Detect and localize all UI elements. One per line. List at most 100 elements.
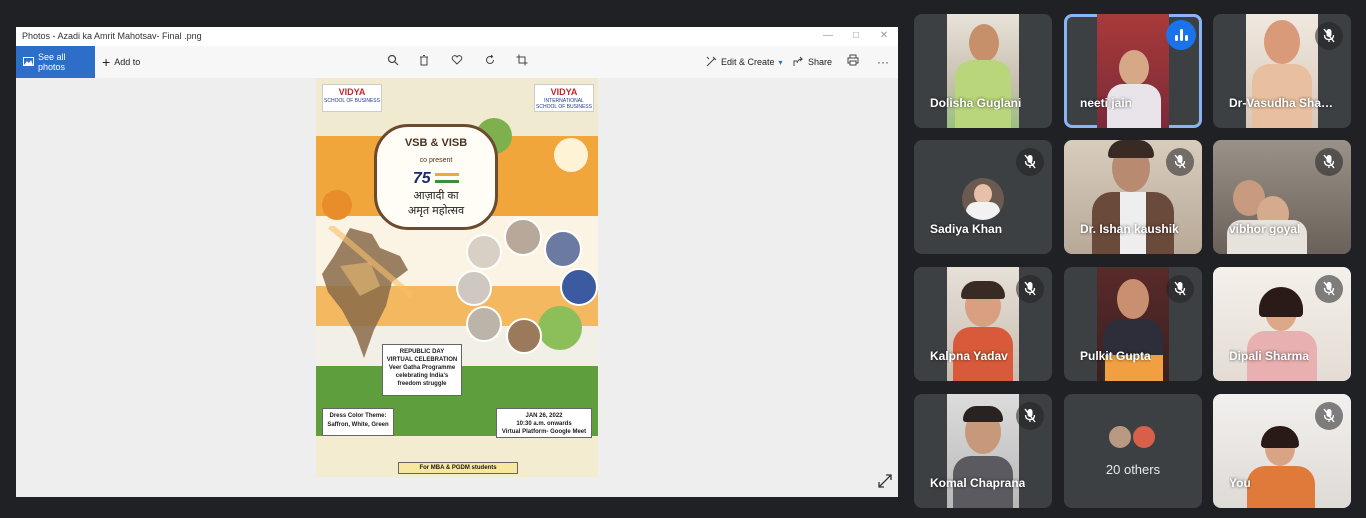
participant-video [1097, 267, 1169, 381]
dress-line1: Dress Color Theme: [329, 413, 387, 419]
participant-tile[interactable]: Komal Chaprana [914, 394, 1052, 508]
decor-green-circle-2 [538, 306, 582, 350]
portrait-circle [544, 230, 582, 268]
participant-tile[interactable]: Kalpna Yadav [914, 267, 1052, 381]
chevron-down-icon: ▾ [778, 57, 783, 67]
muted-mic-icon [1315, 402, 1343, 430]
photos-toolbar: See all photos + Add to Edit & Create ▾ [16, 46, 898, 78]
participant-tile[interactable]: Dolisha Guglani [914, 14, 1052, 128]
participant-video [947, 394, 1019, 508]
logo-right-sub: INTERNATIONAL SCHOOL OF BUSINESS [536, 98, 592, 110]
see-all-photos-button[interactable]: See all photos [16, 46, 95, 78]
portrait-circle [506, 318, 542, 354]
poster-heading: VSB & VISB [404, 137, 468, 149]
date-line2: 10:30 a.m. onwards [516, 421, 572, 427]
self-tile[interactable]: You [1213, 394, 1351, 508]
portrait-circle [466, 306, 502, 342]
participant-tile[interactable]: vibhor goyal [1213, 140, 1351, 254]
share-button[interactable]: Share [793, 46, 832, 78]
avatar [1131, 424, 1157, 450]
participant-tile[interactable]: Sadiya Khan [914, 140, 1052, 254]
participant-name: Dr-Vasudha Sharma [1229, 96, 1337, 110]
muted-mic-icon [1016, 402, 1044, 430]
muted-mic-icon [1166, 148, 1194, 176]
participant-name: Sadiya Khan [930, 222, 1003, 236]
muted-mic-icon [1315, 148, 1343, 176]
seventy-five-text: 75 [412, 170, 431, 187]
presented-window: Photos - Azadi ka Amrit Mahotsav- Final … [16, 27, 898, 497]
share-icon [793, 56, 804, 69]
zoom-icon[interactable] [384, 53, 402, 71]
participant-name: You [1229, 476, 1251, 490]
event-line3: Veer Gatha Programme [388, 365, 456, 371]
participant-tile[interactable]: Dr-Vasudha Sharma [1213, 14, 1351, 128]
poster-image: VIDYA SCHOOL OF BUSINESS VIDYA INTERNATI… [316, 78, 598, 477]
crop-icon[interactable] [513, 53, 531, 71]
participant-name: vibhor goyal [1229, 222, 1301, 236]
event-info-box: REPUBLIC DAY VIRTUAL CELEBRATION Veer Ga… [382, 344, 462, 396]
muted-mic-icon [1166, 275, 1194, 303]
muted-mic-icon [1315, 275, 1343, 303]
poster-footer: For MBA & PGDM students [398, 462, 518, 474]
poster-co-present: co present [419, 157, 453, 164]
decor-75-emblem [554, 138, 588, 172]
maximize-button[interactable]: □ [842, 29, 870, 43]
muted-mic-icon [1315, 22, 1343, 50]
plus-icon: + [102, 54, 111, 70]
logo-left-sub: SCHOOL OF BUSINESS [324, 98, 380, 104]
event-line4: celebrating India's [395, 373, 449, 379]
rotate-icon[interactable] [481, 53, 499, 71]
window-titlebar: Photos - Azadi ka Amrit Mahotsav- Final … [16, 27, 898, 47]
participant-video [1097, 14, 1169, 128]
expand-icon[interactable] [878, 474, 892, 491]
heart-icon[interactable] [448, 53, 466, 71]
logo-left-brand: VIDYA [338, 87, 366, 97]
event-line5: freedom struggle [397, 381, 447, 387]
speaking-indicator-icon [1166, 20, 1196, 50]
others-tile[interactable]: 20 others [1064, 394, 1202, 508]
more-options-button[interactable]: ··· [874, 53, 892, 71]
muted-mic-icon [1016, 148, 1044, 176]
edit-create-button[interactable]: Edit & Create ▾ [706, 46, 783, 78]
share-label: Share [808, 57, 833, 67]
azadi-line1: आज़ादी का [413, 190, 459, 202]
avatar [962, 178, 1004, 220]
date-line3: Virtual Platform- Google Meet [501, 429, 587, 435]
azadi-line2: अमृत महोत्सव [407, 205, 465, 217]
participant-video [1246, 14, 1318, 128]
print-icon[interactable] [844, 53, 862, 71]
see-all-photos-label: See all photos [38, 52, 66, 72]
participant-video [947, 267, 1019, 381]
participant-name: Komal Chaprana [930, 476, 1026, 490]
participant-tile-active-speaker[interactable]: neeti jain [1064, 14, 1202, 128]
participant-name: Pulkit Gupta [1080, 349, 1151, 363]
portrait-circle [560, 268, 598, 306]
date-line1: JAN 26, 2022 [525, 413, 563, 419]
delete-icon[interactable] [415, 53, 433, 71]
participant-tile[interactable]: Dipali Sharma [1213, 267, 1351, 381]
poster-title-frame: VSB & VISB co present 75 आज़ादी का अमृत … [374, 124, 498, 230]
others-count: 20 others [1105, 462, 1161, 477]
minimize-button[interactable]: — [814, 29, 842, 43]
portrait-circle [504, 218, 542, 256]
participant-name: Dolisha Guglani [930, 96, 1022, 110]
decor-saffron-circle [322, 190, 352, 220]
participant-tile[interactable]: Pulkit Gupta [1064, 267, 1202, 381]
close-button[interactable]: ✕ [870, 29, 898, 43]
add-to-label: Add to [114, 57, 141, 67]
dress-theme-box: Dress Color Theme: Saffron, White, Green [322, 408, 394, 436]
logo-right-brand: VIDYA [550, 87, 578, 97]
add-to-button[interactable]: + Add to [102, 46, 140, 78]
azadi-75-logo: 75 [377, 170, 495, 188]
participant-name: Dipali Sharma [1229, 349, 1310, 363]
vidya-logo-left: VIDYA SCHOOL OF BUSINESS [322, 84, 382, 112]
muted-mic-icon [1016, 275, 1044, 303]
participant-video [947, 14, 1019, 128]
flag-icon [435, 173, 460, 183]
participant-tile[interactable]: Dr. Ishan kaushik [1064, 140, 1202, 254]
vidya-logo-right: VIDYA INTERNATIONAL SCHOOL OF BUSINESS [534, 84, 594, 112]
participant-name: Dr. Ishan kaushik [1080, 222, 1179, 236]
edit-create-label: Edit & Create [721, 57, 775, 67]
portrait-circle [456, 270, 492, 306]
event-line2: VIRTUAL CELEBRATION [386, 357, 458, 363]
